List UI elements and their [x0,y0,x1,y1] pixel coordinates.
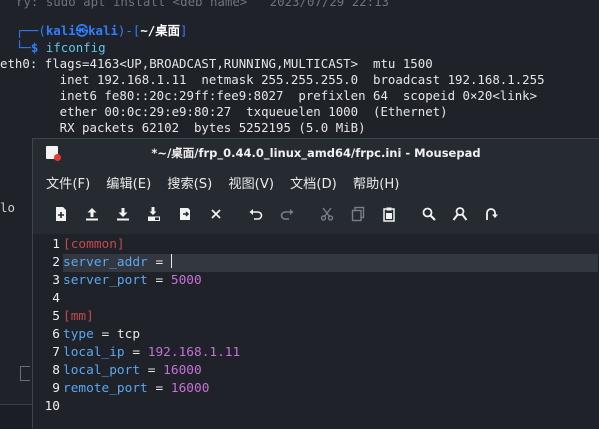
terminal-command: ifconfig [45,40,106,55]
prompt-path: ~/桌面 [140,23,181,38]
code-line[interactable]: remote_port = 16000 [63,380,598,398]
code-token: = [140,363,164,378]
terminal-faded-line: ry: sudo apt install <deb name> 2023/07/… [16,0,390,9]
code-line[interactable]: type = tcp [63,326,598,344]
code-line[interactable]: local_ip = 192.168.1.11 [63,344,598,362]
menu-edit[interactable]: 编辑(E) [106,173,151,192]
copy-icon[interactable] [346,202,370,226]
terminal-output-fragment: lo [0,200,15,215]
cut-icon[interactable] [315,202,339,226]
code-token: server_addr [63,255,148,270]
open-document-icon[interactable] [80,202,104,226]
close-document-icon[interactable] [204,202,228,226]
terminal-bracket-fragment [20,366,30,381]
text-caret [170,254,172,268]
line-number: 2 [52,255,60,270]
code-token: local_port [63,363,141,378]
save-document-icon[interactable] [111,202,135,226]
text-editor[interactable]: 1 [common] 2 server_addr = 3 server_port = 5… [33,234,599,429]
terminal-output-line: inet 192.168.1.11 netmask 255.255.255.0 … [0,72,545,87]
prompt-host: kali [88,23,118,38]
terminal-output-line: eth0: flags=4163<UP,BROADCAST,RUNNING,MU… [0,56,433,71]
line-number: 7 [52,345,60,360]
code-token: server_port [63,273,148,288]
menu-search[interactable]: 搜索(S) [167,173,212,192]
terminal-prompt: ┌──(kali㉿kali)-[~/桌面] [16,23,188,38]
line-number: 9 [52,381,60,396]
find-icon[interactable] [417,202,441,226]
code-token: 5000 [170,273,202,288]
go-to-line-icon[interactable] [479,202,503,226]
code-line[interactable]: server_port = 5000 [63,272,598,290]
code-token: remote_port [63,381,148,396]
redo-icon[interactable] [275,202,299,226]
line-number: 6 [52,327,60,342]
code-token: local_ip [63,345,125,360]
code-line[interactable]: [common] [63,236,598,254]
terminal-output-line: RX packets 62102 bytes 5252195 (5.0 MiB) [0,120,366,135]
line-number: 3 [52,273,60,288]
terminal-command-line: └─$ ifconfig [16,40,106,55]
code-token: [mm] [63,309,94,324]
find-replace-icon[interactable] [448,202,472,226]
menu-bar: 文件(F) 编辑(E) 搜索(S) 视图(V) 文档(D) 帮助(H) [33,170,599,194]
code-token: = [147,273,171,288]
prompt-user: kali [45,23,76,38]
undo-icon[interactable] [244,202,268,226]
menu-file[interactable]: 文件(F) [46,173,90,192]
code-token: type [63,327,94,342]
line-number: 8 [52,363,60,378]
code-token: 192.168.1.11 [147,345,241,360]
mousepad-window[interactable]: *~/桌面/frp_0.44.0_linux_amd64/frpc.ini - … [32,138,599,429]
terminal-output-line: ether 00:0c:29:e9:80:27 txqueuelen 1000 … [0,104,448,119]
code-token: = [147,381,171,396]
terminal-output-line: inet6 fe80::20c:29ff:fee9:8027 prefixlen… [0,88,538,103]
code-token: 16000 [170,381,210,396]
menu-document[interactable]: 文档(D) [290,173,337,192]
menu-help[interactable]: 帮助(H) [353,173,400,192]
window-title: *~/桌面/frp_0.44.0_linux_amd64/frpc.ini - … [151,145,481,160]
line-number: 10 [44,399,60,414]
toolbar [33,201,599,227]
line-number: 4 [52,291,60,306]
mousepad-app-icon [46,146,61,161]
window-titlebar[interactable]: *~/桌面/frp_0.44.0_linux_amd64/frpc.ini - … [33,139,599,166]
code-line[interactable]: server_addr = [63,254,598,272]
code-token: = [124,345,148,360]
code-token: = [93,327,117,342]
line-number: 1 [52,237,60,252]
new-document-icon[interactable] [49,202,73,226]
code-line[interactable]: [mm] [63,308,598,326]
menu-view[interactable]: 视图(V) [228,173,274,192]
code-token: tcp [116,327,141,342]
code-token: [common] [63,237,125,252]
line-number: 5 [52,309,60,324]
reload-document-icon[interactable] [173,202,197,226]
code-token: 16000 [163,363,202,378]
code-token: = [147,255,171,270]
save-as-document-icon[interactable] [142,202,166,226]
code-line[interactable]: local_port = 16000 [63,362,598,380]
paste-icon[interactable] [377,202,401,226]
